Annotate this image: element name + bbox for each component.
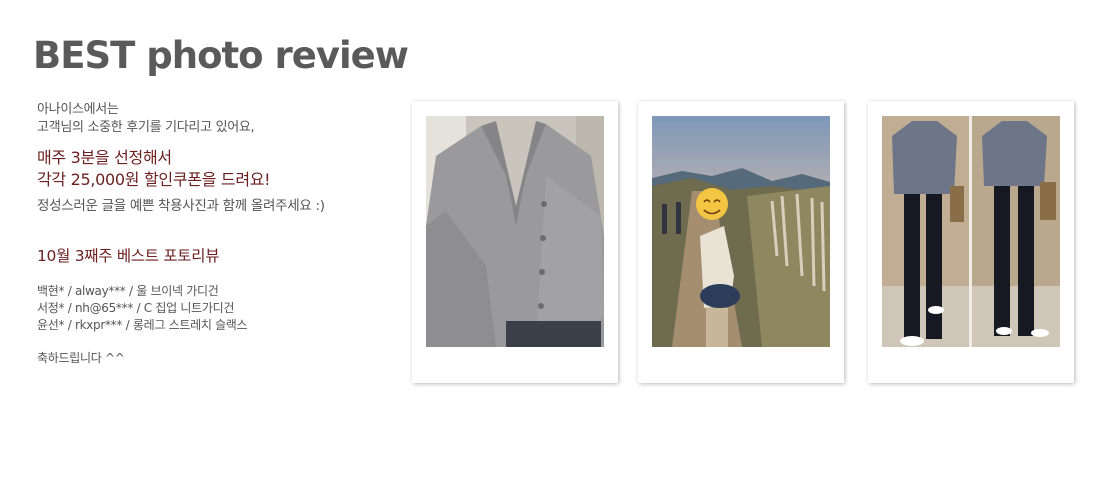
offer-line-1: 매주 3분을 선정해서 (37, 148, 172, 167)
page-title: BEST photo review (33, 34, 409, 77)
offer-line-2: 각각 25,000원 할인쿠폰을 드려요! (37, 170, 271, 189)
review-event-description: 아나이스에서는 고객님의 소중한 후기를 기다리고 있어요, 매주 3분을 선정… (37, 101, 377, 367)
winner-item: 백현* / alway*** / 울 브이넥 가디건 (37, 284, 219, 298)
winner-item: 윤선* / rkxpr*** / 롱레그 스트레치 슬랙스 (37, 318, 248, 332)
review-photo-card-2[interactable] (638, 101, 844, 383)
winner-item: 서정* / nh@65*** / C 집업 니트가디건 (37, 301, 235, 315)
winner-list: 백현* / alway*** / 울 브이넥 가디건 서정* / nh@65**… (37, 283, 377, 334)
request-text: 정성스러운 글을 예쁜 착용사진과 함께 올려주세요 :) (37, 198, 325, 214)
review-photo-card-3[interactable] (868, 101, 1074, 383)
congrats-text: 축하드립니다 ^^ (37, 351, 125, 365)
review-photo-1[interactable] (426, 116, 604, 347)
review-photo-2[interactable] (652, 116, 830, 347)
week-title: 10월 3째주 베스트 포토리뷰 (37, 247, 220, 265)
intro-line-2: 고객님의 소중한 후기를 기다리고 있어요, (37, 120, 255, 135)
intro-line-1: 아나이스에서는 (37, 102, 119, 117)
review-photo-3[interactable] (882, 116, 1060, 347)
review-photo-card-1[interactable] (412, 101, 618, 383)
